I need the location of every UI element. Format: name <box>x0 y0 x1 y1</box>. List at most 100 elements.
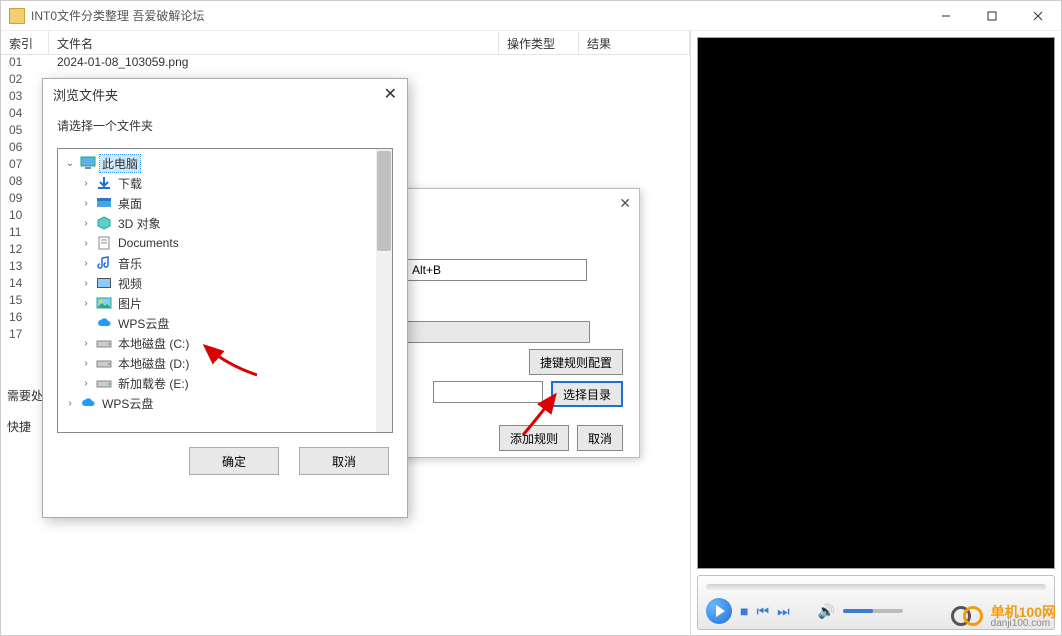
doc-icon <box>96 236 112 250</box>
folder-dialog-close-icon[interactable]: ✕ <box>384 84 397 104</box>
row-filename: 2024-01-08_103059.png <box>49 55 690 72</box>
label-need-process: 需要处 <box>7 387 43 404</box>
tree-expand-icon[interactable]: › <box>64 398 76 409</box>
col-op[interactable]: 操作类型 <box>499 31 579 54</box>
seek-slider[interactable] <box>706 584 1046 590</box>
col-result[interactable]: 结果 <box>579 31 690 54</box>
minimize-icon <box>941 11 951 21</box>
folder-dialog-title: 浏览文件夹 <box>53 85 118 104</box>
stop-icon[interactable]: ■ <box>740 603 748 619</box>
folder-tree[interactable]: ⌄ 此电脑 › 下载 › 桌面 › 3D 对象 › Documents › 音乐 › 视频 › 图片 WPS云盘… <box>57 148 393 433</box>
window-title: INT0文件分类整理 吾爱破解论坛 <box>31 7 923 24</box>
tree-node-label: 桌面 <box>116 195 144 212</box>
preview-viewport[interactable] <box>697 37 1055 569</box>
rule-dialog: ✕ 捷键规则配置 选择目录 添加规则 取消 <box>395 188 640 458</box>
tree-expand-icon[interactable]: › <box>80 278 92 289</box>
maximize-icon <box>987 11 997 21</box>
rule-dialog-titlebar: ✕ <box>396 189 639 217</box>
tree-scrollbar-thumb[interactable] <box>377 151 391 251</box>
tree-node[interactable]: › 新加载卷 (E:) <box>58 373 392 393</box>
titlebar: INT0文件分类整理 吾爱破解论坛 <box>1 1 1061 31</box>
rule-cancel-button[interactable]: 取消 <box>577 425 623 451</box>
tree-expand-icon[interactable]: › <box>80 338 92 349</box>
computer-icon <box>80 156 96 170</box>
tree-node[interactable]: › 视频 <box>58 273 392 293</box>
watermark-en: danji100.com <box>991 619 1056 629</box>
drive-icon <box>96 336 112 350</box>
tree-node[interactable]: › 本地磁盘 (D:) <box>58 353 392 373</box>
watermark-cn: 单机100网 <box>991 605 1056 619</box>
file-row[interactable]: 012024-01-08_103059.png <box>1 55 690 72</box>
music-icon <box>96 256 112 270</box>
rule-config-button[interactable]: 捷键规则配置 <box>529 349 623 375</box>
tree-node-label: 图片 <box>116 295 144 312</box>
tree-scrollbar[interactable] <box>376 149 392 432</box>
tree-node[interactable]: › 本地磁盘 (C:) <box>58 333 392 353</box>
preview-panel: ■ ⏮ ⏭ 🔊 <box>691 31 1061 636</box>
tree-node-label: Documents <box>116 236 181 250</box>
select-directory-button[interactable]: 选择目录 <box>551 381 623 407</box>
pic-icon <box>96 296 112 310</box>
rule-dialog-close-icon[interactable]: ✕ <box>619 195 631 212</box>
tree-node-label: WPS云盘 <box>116 315 171 332</box>
drive-icon <box>96 356 112 370</box>
tree-node-label: 下载 <box>116 175 144 192</box>
folder-cancel-button[interactable]: 取消 <box>299 447 389 475</box>
tree-node-label: 3D 对象 <box>116 215 163 232</box>
tree-expand-icon[interactable]: › <box>80 378 92 389</box>
tree-node[interactable]: › 下载 <box>58 173 392 193</box>
close-button[interactable] <box>1015 1 1061 31</box>
volume-icon[interactable]: 🔊 <box>818 603 835 620</box>
tree-expand-icon[interactable]: › <box>80 298 92 309</box>
tree-expand-icon[interactable]: › <box>80 178 92 189</box>
rule-select[interactable] <box>407 321 590 343</box>
tree-node[interactable]: ⌄ 此电脑 <box>58 153 392 173</box>
close-icon <box>1033 11 1043 21</box>
tree-node-label: 新加载卷 (E:) <box>116 375 191 392</box>
tree-node-label: 音乐 <box>116 255 144 272</box>
folder-dialog-buttons: 确定 取消 <box>43 433 407 489</box>
next-icon[interactable]: ⏭ <box>777 603 790 620</box>
volume-slider[interactable] <box>843 609 903 613</box>
desktop-icon <box>96 196 112 210</box>
video-icon <box>96 276 112 290</box>
window-controls <box>923 1 1061 31</box>
tree-node-label: 本地磁盘 (D:) <box>116 355 191 372</box>
tree-node[interactable]: › 音乐 <box>58 253 392 273</box>
3d-icon <box>96 216 112 230</box>
maximize-button[interactable] <box>969 1 1015 31</box>
bottom-labels: 需要处 快捷 <box>7 387 43 449</box>
folder-browser-dialog: 浏览文件夹 ✕ 请选择一个文件夹 ⌄此电脑›下载›桌面›3D 对象›Docume… <box>42 78 408 518</box>
label-shortcut: 快捷 <box>7 418 43 435</box>
tree-expand-icon[interactable]: › <box>80 238 92 249</box>
col-index[interactable]: 索引 <box>1 31 49 54</box>
tree-node[interactable]: › 图片 <box>58 293 392 313</box>
play-button[interactable] <box>706 598 732 624</box>
tree-node[interactable]: WPS云盘 <box>58 313 392 333</box>
tree-expand-icon[interactable]: › <box>80 198 92 209</box>
tree-node[interactable]: › 3D 对象 <box>58 213 392 233</box>
tree-node[interactable]: › WPS云盘 <box>58 393 392 413</box>
tree-expand-icon[interactable]: › <box>80 358 92 369</box>
watermark-logo-icon <box>951 604 985 630</box>
col-name[interactable]: 文件名 <box>49 31 499 54</box>
tree-expand-icon[interactable]: › <box>80 218 92 229</box>
tree-node[interactable]: › 桌面 <box>58 193 392 213</box>
directory-input[interactable] <box>433 381 543 403</box>
prev-icon[interactable]: ⏮ <box>756 603 769 620</box>
folder-ok-button[interactable]: 确定 <box>189 447 279 475</box>
hotkey-input[interactable] <box>407 259 587 281</box>
tree-node-label: 视频 <box>116 275 144 292</box>
add-rule-button[interactable]: 添加规则 <box>499 425 569 451</box>
tree-node-label: 此电脑 <box>100 155 140 172</box>
app-icon <box>9 8 25 24</box>
tree-node-label: WPS云盘 <box>100 395 155 412</box>
tree-expand-icon[interactable]: › <box>80 258 92 269</box>
tree-node[interactable]: › Documents <box>58 233 392 253</box>
file-table-header: 索引 文件名 操作类型 结果 <box>1 31 690 55</box>
cloud-icon <box>80 396 96 410</box>
minimize-button[interactable] <box>923 1 969 31</box>
row-index: 01 <box>1 55 49 72</box>
tree-expand-icon[interactable]: ⌄ <box>64 158 76 169</box>
tree-node-label: 本地磁盘 (C:) <box>116 335 191 352</box>
